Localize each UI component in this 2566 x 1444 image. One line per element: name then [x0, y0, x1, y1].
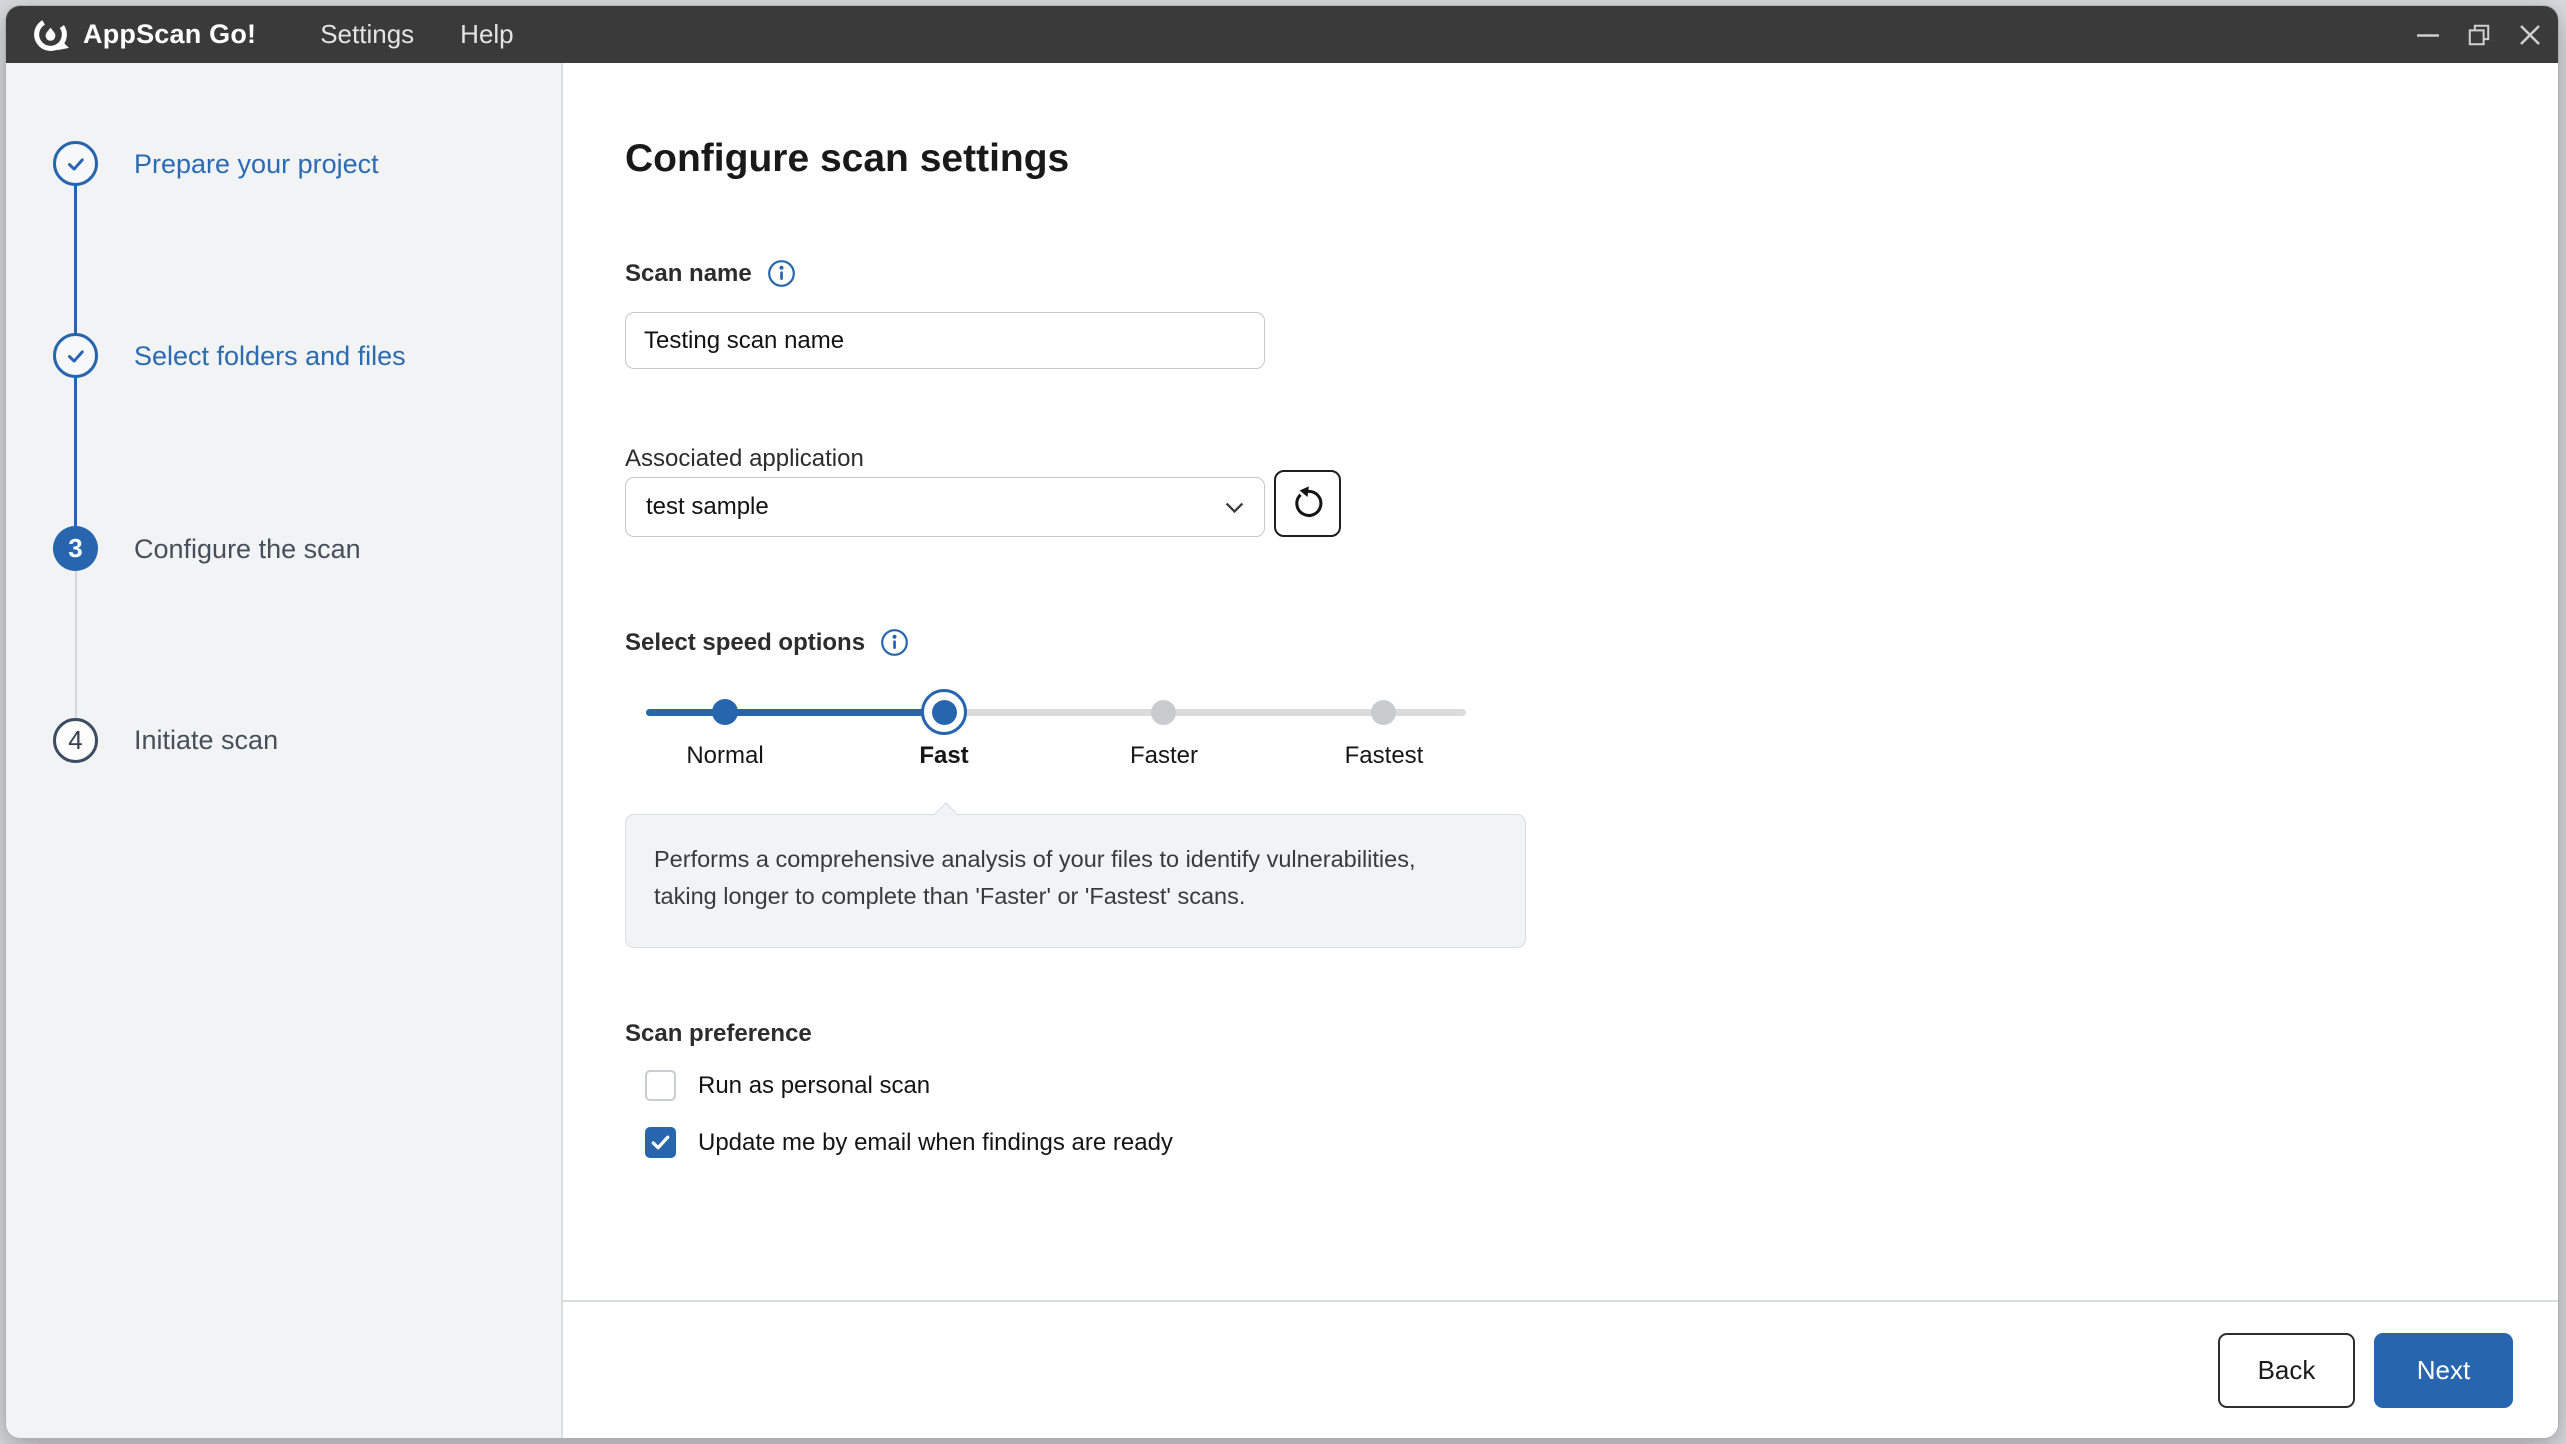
back-button[interactable]: Back: [2218, 1332, 2355, 1408]
chevron-down-icon: [1225, 502, 1244, 513]
associated-application-value: test sample: [646, 493, 769, 520]
page-title: Configure scan settings: [625, 137, 1070, 180]
personal-scan-label: Run as personal scan: [698, 1071, 931, 1099]
personal-scan-checkbox[interactable]: [645, 1070, 676, 1101]
step-4-circle[interactable]: 4: [53, 718, 98, 763]
speed-label-faster: Faster: [1129, 742, 1198, 769]
speed-description-tooltip: Performs a comprehensive analysis of you…: [625, 814, 1526, 948]
speed-dot-faster[interactable]: [1151, 700, 1176, 725]
step-2-circle[interactable]: [53, 333, 98, 378]
personal-scan-row[interactable]: Run as personal scan: [645, 1070, 930, 1101]
speed-label-normal: Normal: [686, 742, 764, 769]
scan-name-label: Scan name: [625, 259, 752, 287]
speed-dot-fast-inner: [931, 699, 957, 725]
step-2-label[interactable]: Select folders and files: [134, 340, 406, 372]
step-connector-pending: [75, 549, 77, 740]
refresh-icon: [1295, 486, 1323, 517]
speed-label-fast: Fast: [919, 742, 969, 769]
info-icon[interactable]: [880, 628, 909, 657]
check-icon: [67, 157, 84, 171]
check-icon: [67, 349, 84, 363]
associated-application-label-row: Associated application: [625, 445, 864, 473]
scan-name-label-row: Scan name: [625, 259, 796, 288]
menu-help[interactable]: Help: [460, 19, 513, 50]
step-3-circle[interactable]: 3: [53, 526, 98, 571]
titlebar[interactable]: AppScan Go! Settings Help: [6, 6, 2558, 63]
speed-dot-fast[interactable]: [921, 689, 967, 735]
speed-dot-fastest[interactable]: [1371, 700, 1396, 725]
scan-preference-label: Scan preference: [625, 1020, 812, 1047]
step-1-label[interactable]: Prepare your project: [134, 148, 379, 180]
menubar: Settings Help: [320, 19, 513, 50]
wizard-footer: Back Next: [563, 1300, 2558, 1438]
scan-name-input[interactable]: [625, 312, 1265, 369]
minimize-icon[interactable]: [2416, 23, 2440, 47]
appscan-logo-icon: [34, 18, 69, 51]
wizard-sidebar: Prepare your project Select folders and …: [6, 63, 563, 1438]
speed-options-label-row: Select speed options: [625, 628, 909, 657]
email-update-row[interactable]: Update me by email when findings are rea…: [645, 1127, 1173, 1158]
associated-application-select[interactable]: test sample: [625, 477, 1265, 537]
restore-icon[interactable]: [2467, 23, 2491, 47]
app-window: AppScan Go! Settings Help Prepare your p…: [6, 6, 2558, 1438]
email-update-checkbox[interactable]: [645, 1127, 676, 1158]
menu-settings[interactable]: Settings: [320, 19, 414, 50]
email-update-label: Update me by email when findings are rea…: [698, 1128, 1173, 1156]
speed-slider-track-active: [646, 709, 944, 716]
step-3-label[interactable]: Configure the scan: [134, 533, 361, 565]
speed-label-fastest: Fastest: [1344, 742, 1424, 769]
step-3-number: 3: [68, 533, 83, 563]
step-4-number: 4: [68, 725, 83, 755]
info-icon[interactable]: [767, 259, 796, 288]
step-4-label[interactable]: Initiate scan: [134, 724, 278, 756]
speed-options-label: Select speed options: [625, 628, 866, 656]
refresh-applications-button[interactable]: [1274, 470, 1341, 537]
scan-preference-label-row: Scan preference: [625, 1020, 812, 1048]
speed-dot-normal[interactable]: [712, 699, 738, 725]
step-1-circle[interactable]: [53, 141, 98, 186]
associated-application-label: Associated application: [625, 445, 864, 472]
check-icon: [651, 1135, 670, 1150]
next-button[interactable]: Next: [2374, 1332, 2513, 1408]
close-icon[interactable]: [2518, 23, 2542, 47]
configure-scan-panel: Configure scan settings Scan name Associ…: [563, 63, 2558, 1300]
window-controls: [2416, 23, 2558, 47]
app-title: AppScan Go!: [83, 19, 257, 49]
